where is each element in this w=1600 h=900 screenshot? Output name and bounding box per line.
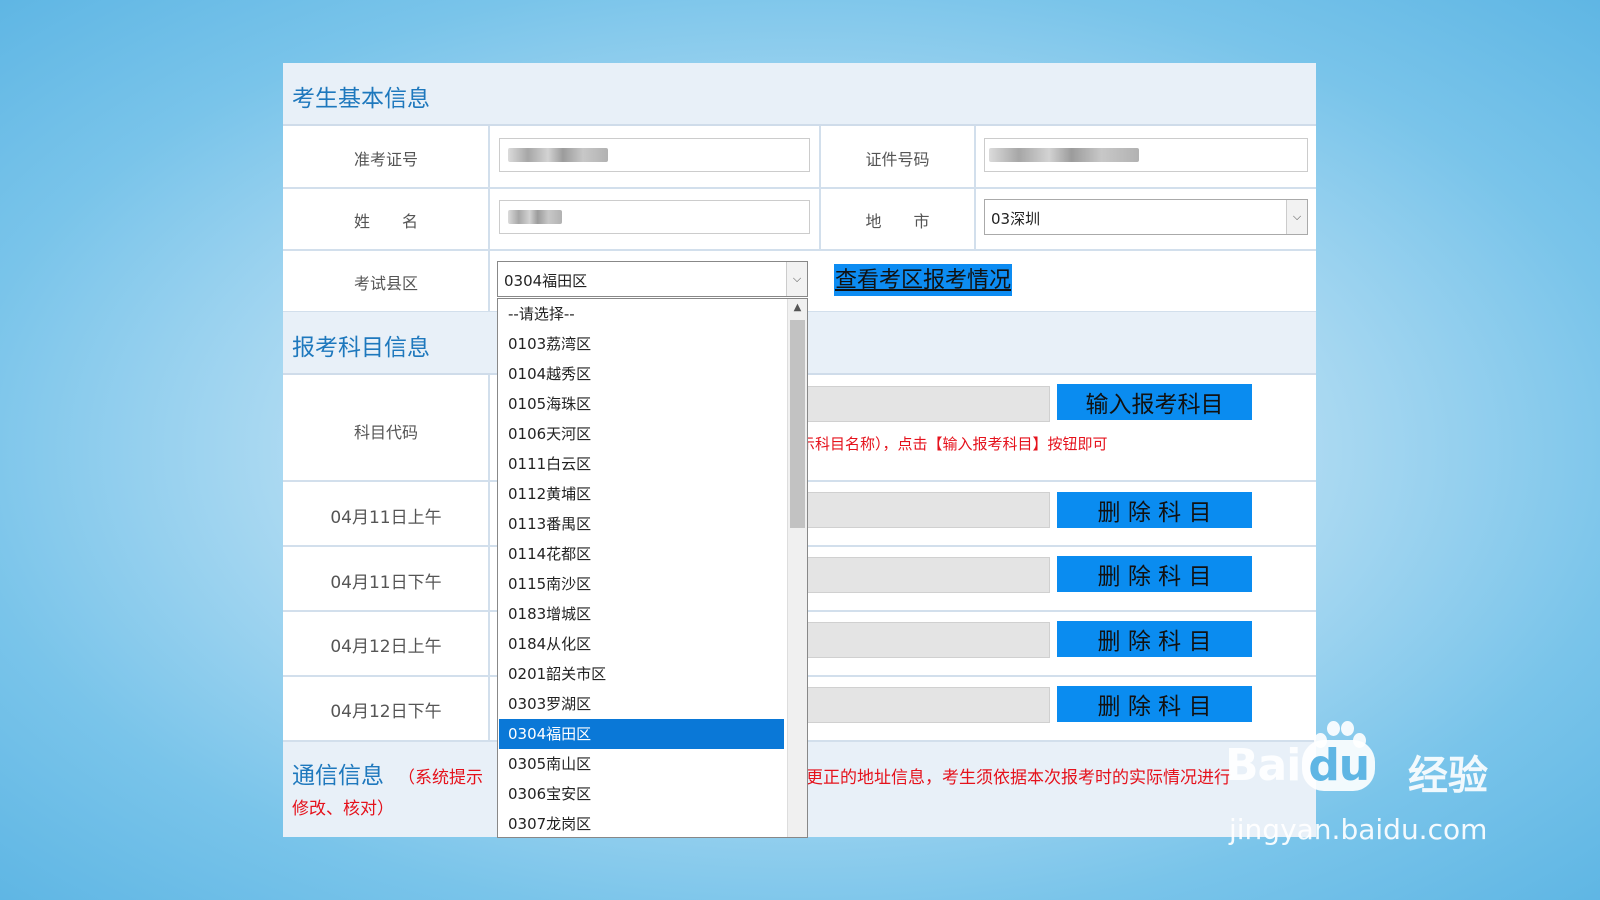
basic-info-header: 考生基本信息: [283, 63, 1316, 126]
id-number-input[interactable]: [984, 138, 1308, 172]
scroll-up-arrow-icon[interactable]: ▲: [788, 299, 807, 317]
session-subject-field[interactable]: [800, 622, 1050, 658]
contact-hint-line2: 修改、核对）: [292, 799, 394, 819]
dropdown-option[interactable]: 0105海珠区: [499, 389, 784, 419]
dropdown-option-selected[interactable]: 0304福田区: [499, 719, 784, 749]
subject-code-input[interactable]: [800, 386, 1050, 422]
dropdown-option[interactable]: --请选择--: [499, 299, 784, 329]
subject-info-title: 报考科目信息: [292, 335, 430, 361]
city-select[interactable]: 03深圳 ⌵: [984, 199, 1308, 235]
admission-number-input[interactable]: [499, 138, 810, 172]
redacted-value: [508, 148, 608, 162]
session-subject-field[interactable]: [800, 492, 1050, 528]
dropdown-option[interactable]: 0104越秀区: [499, 359, 784, 389]
baidu-jingyan-watermark: Bai du 经验 jingyan.baidu.com: [1225, 721, 1525, 865]
contact-info-title: 通信信息: [292, 763, 384, 789]
dropdown-option[interactable]: 0111白云区: [499, 449, 784, 479]
session-label: 04月11日上午: [330, 508, 442, 528]
delete-subject-button[interactable]: 删 除 科 目: [1057, 556, 1252, 592]
dropdown-option[interactable]: 0113番禺区: [499, 509, 784, 539]
divider: [974, 126, 976, 250]
name-label: 姓 名: [353, 212, 418, 231]
session-label: 04月12日上午: [330, 637, 442, 657]
baidu-logo: Bai du: [1225, 740, 1376, 791]
session-label: 04月12日下午: [330, 702, 442, 722]
dropdown-option[interactable]: 0183增城区: [499, 599, 784, 629]
delete-subject-button[interactable]: 删 除 科 目: [1057, 492, 1252, 528]
city-select-value: 03深圳: [991, 210, 1041, 228]
basic-info-title: 考生基本信息: [292, 86, 430, 112]
contact-hint-right: 更正的地址信息，考生须依据本次报考时的实际情况进行: [806, 768, 1231, 788]
view-district-status-link[interactable]: 查看考区报考情况: [834, 264, 1013, 296]
dropdown-option[interactable]: 0112黄埔区: [499, 479, 784, 509]
subject-code-label: 科目代码: [353, 423, 418, 442]
dropdown-option[interactable]: 0305南山区: [499, 749, 784, 779]
district-label: 考试县区: [353, 274, 418, 293]
dropdown-option[interactable]: 0306宝安区: [499, 779, 784, 809]
district-select[interactable]: 0304福田区 ⌵: [497, 261, 808, 297]
district-select-value: 0304福田区: [504, 272, 588, 290]
dropdown-option[interactable]: 0303罗湖区: [499, 689, 784, 719]
baidu-logo-bai: Bai: [1225, 740, 1301, 791]
name-input[interactable]: [499, 200, 810, 234]
delete-subject-button[interactable]: 删 除 科 目: [1057, 686, 1252, 722]
dropdown-option[interactable]: 0184从化区: [499, 629, 784, 659]
dropdown-option[interactable]: 0307龙岗区: [499, 809, 784, 837]
scrollbar-thumb[interactable]: [790, 320, 805, 528]
redacted-value: [508, 210, 562, 224]
session-label: 04月11日下午: [330, 573, 442, 593]
chevron-down-icon[interactable]: ⌵: [786, 262, 807, 296]
input-subject-button[interactable]: 输入报考科目: [1057, 384, 1252, 420]
baidu-logo-du: du: [1302, 740, 1376, 791]
dropdown-option[interactable]: 0103荔湾区: [499, 329, 784, 359]
redacted-value: [989, 148, 1139, 162]
dropdown-option[interactable]: 0114花都区: [499, 539, 784, 569]
district-dropdown-list[interactable]: --请选择-- 0103荔湾区 0104越秀区 0105海珠区 0106天河区 …: [497, 298, 808, 838]
divider: [283, 187, 1316, 189]
watermark-url: jingyan.baidu.com: [1229, 813, 1488, 846]
jingyan-logo-text: 经验: [1408, 753, 1488, 799]
session-subject-field[interactable]: [800, 687, 1050, 723]
dropdown-option[interactable]: 0115南沙区: [499, 569, 784, 599]
subject-input-hint: 示科目名称），点击【输入报考科目】按钮即可: [800, 435, 1108, 453]
dropdown-option[interactable]: 0106天河区: [499, 419, 784, 449]
divider: [283, 249, 1316, 251]
dropdown-option[interactable]: 0201韶关市区: [499, 659, 784, 689]
contact-hint-left: （系统提示: [398, 768, 483, 788]
city-label: 地 市: [865, 212, 930, 231]
delete-subject-button[interactable]: 删 除 科 目: [1057, 621, 1252, 657]
dropdown-scrollbar[interactable]: ▲: [787, 299, 807, 837]
id-number-label: 证件号码: [865, 150, 930, 169]
admission-number-label: 准考证号: [353, 150, 418, 169]
chevron-down-icon[interactable]: ⌵: [1286, 200, 1307, 234]
session-subject-field[interactable]: [800, 557, 1050, 593]
